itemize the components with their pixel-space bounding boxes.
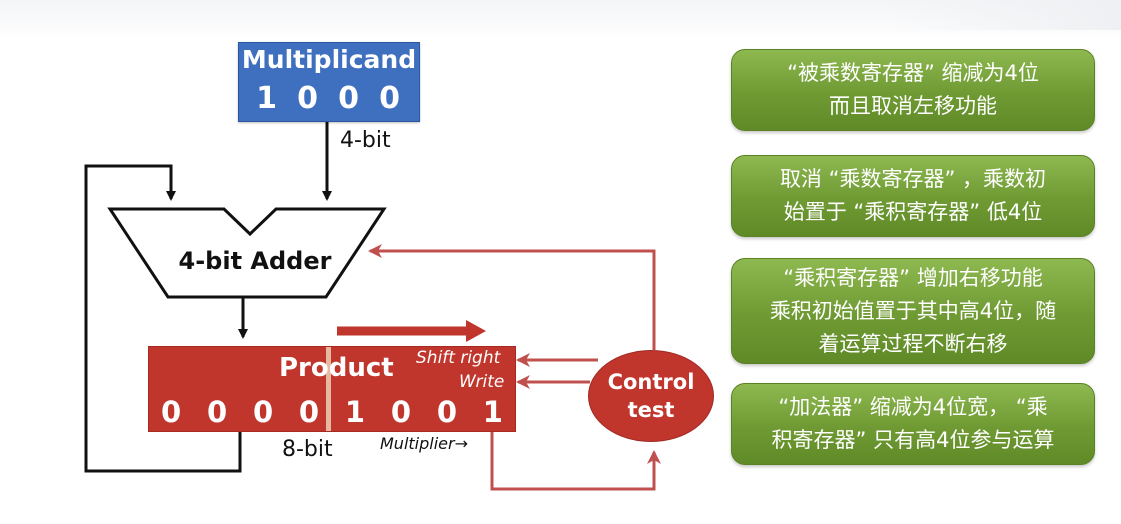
product-bits: 0 0 0 0 1 0 0 1 xyxy=(155,395,509,429)
note-line: “乘积寄存器” 增加右移功能 xyxy=(783,265,1043,290)
product-title: Product xyxy=(279,353,394,383)
note-line: 乘积初始值置于其中高4位，随 xyxy=(769,298,1057,323)
multiplicand-title: Multiplicand xyxy=(241,45,417,74)
product-bit: 0 xyxy=(252,395,274,429)
note-line: “被乘数寄存器” 缩减为4位 xyxy=(787,61,1039,85)
note-box-4: “加法器” 缩减为4位宽， “乘 积寄存器” 只有高4位参与运算 xyxy=(731,383,1095,465)
note-line: 取消 “乘数寄存器” ，乘数初 xyxy=(779,167,1047,191)
write-label: Write xyxy=(459,372,505,392)
product-bit: 0 xyxy=(298,395,320,429)
multiplicand-bit: 0 xyxy=(297,81,320,116)
note-box-2: 取消 “乘数寄存器” ，乘数初 始置于 “乘积寄存器” 低4位 xyxy=(731,155,1095,237)
note-box-3: “乘积寄存器” 增加右移功能 乘积初始值置于其中高4位，随 着运算过程不断右移 xyxy=(731,258,1095,364)
control-label-line1: Control xyxy=(607,370,695,394)
multiplicand-bits: 1 0 0 0 xyxy=(239,81,419,116)
note-line: 着运算过程不断右移 xyxy=(818,331,1008,356)
note-box-1: “被乘数寄存器” 缩减为4位 而且取消左移功能 xyxy=(731,49,1095,131)
shift-right-label: Shift right xyxy=(416,348,501,368)
product-bit: 1 xyxy=(344,395,366,429)
product-bit: 0 xyxy=(390,395,412,429)
product-bit: 0 xyxy=(161,395,182,429)
note-line: 而且取消左移功能 xyxy=(829,94,997,118)
product-width-label: 8-bit xyxy=(282,437,333,462)
multiplicand-register: Multiplicand 1 0 0 0 xyxy=(238,42,420,122)
control-label-line2: test xyxy=(627,398,675,422)
product-bit: 0 xyxy=(436,395,457,429)
adder-label: 4-bit Adder xyxy=(178,247,332,275)
multiplicand-width-label: 4-bit xyxy=(340,128,391,153)
product-bit: 1 xyxy=(482,395,503,429)
control-test-unit: Control test xyxy=(588,350,714,442)
multiplicand-bit: 0 xyxy=(379,81,402,116)
product-bit: 0 xyxy=(206,395,228,429)
note-line: 始置于 “乘积寄存器” 低4位 xyxy=(783,200,1043,224)
multiplier-label: Multiplier→ xyxy=(380,434,468,453)
multiplicand-bit: 0 xyxy=(338,81,361,116)
note-line: 积寄存器” 只有高4位参与运算 xyxy=(771,428,1055,452)
slide: Multiplicand 1 0 0 0 4-bit 4-bit Adder P… xyxy=(0,0,1121,524)
multiplicand-bit: 1 xyxy=(256,81,279,116)
note-line: “加法器” 缩减为4位宽， “乘 xyxy=(778,395,1048,419)
